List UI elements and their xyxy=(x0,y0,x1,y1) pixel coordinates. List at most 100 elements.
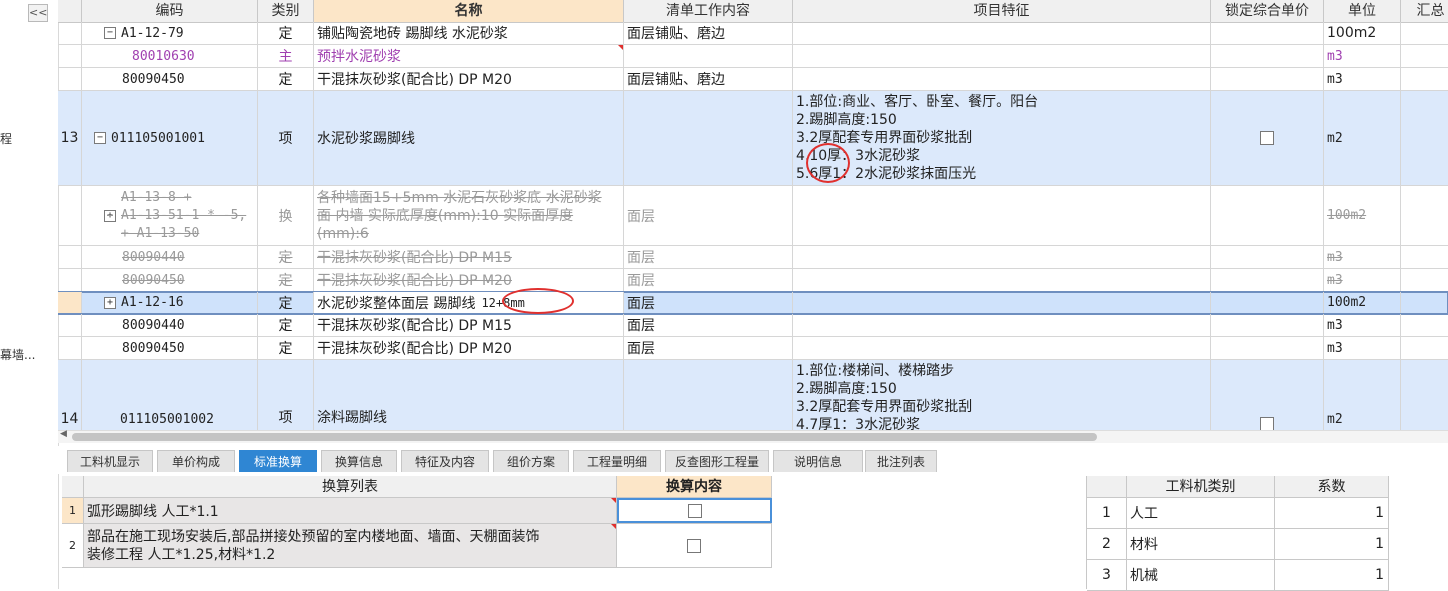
type-cell[interactable]: 主 xyxy=(258,45,314,67)
lock-price-checkbox[interactable] xyxy=(1260,417,1274,430)
scroll-left-icon[interactable]: ◀ xyxy=(60,429,67,439)
feature-cell[interactable] xyxy=(793,292,1211,313)
header-type[interactable]: 类别 xyxy=(258,0,314,22)
header-feature[interactable]: 项目特征 xyxy=(793,0,1211,22)
table-row[interactable]: − A1-12-79 定 铺贴陶瓷地砖 踢脚线 水泥砂浆 面层铺贴、磨边 100m… xyxy=(58,22,1448,45)
expand-node-icon[interactable]: + xyxy=(104,296,116,309)
table-row-selected[interactable]: + A1-12-16 定 水泥砂浆整体面层 踢脚线 12+8mm 面层 100m2 xyxy=(58,288,1448,315)
type-cell[interactable]: 定 xyxy=(258,22,314,44)
unit-cell[interactable]: 100m2 xyxy=(1324,22,1401,44)
name-cell-editing[interactable]: 水泥砂浆整体面层 踢脚线 12+8mm xyxy=(314,292,624,313)
work-cell[interactable]: 面层铺贴、磨边 xyxy=(624,68,793,90)
type-cell[interactable]: 项 xyxy=(258,360,314,430)
collapse-panel-button[interactable]: << xyxy=(28,4,48,22)
work-cell[interactable]: 面层 xyxy=(624,269,793,291)
unit-cell[interactable]: 100m2 xyxy=(1324,186,1401,245)
code-cell[interactable]: 80090450 xyxy=(82,68,258,90)
left-panel-item-curtain-wall[interactable]: 幕墙... xyxy=(0,346,35,363)
lock-cell[interactable] xyxy=(1211,360,1324,430)
name-cell[interactable]: 干混抹灰砂浆(配合比) DP M15 xyxy=(314,246,624,268)
header-summary[interactable]: 汇总 xyxy=(1401,0,1448,22)
feature-cell[interactable] xyxy=(793,68,1211,90)
table-row[interactable]: 80010630 主 预拌水泥砂浆 m3 xyxy=(58,45,1448,68)
type-cell[interactable]: 定 xyxy=(258,314,314,336)
header-unit[interactable]: 单位 xyxy=(1324,0,1401,22)
conv-row-content[interactable] xyxy=(617,524,772,567)
feature-cell[interactable] xyxy=(793,269,1211,291)
name-cell[interactable]: 干混抹灰砂浆(配合比) DP M20 xyxy=(314,337,624,359)
work-cell[interactable]: 面层 xyxy=(624,314,793,336)
code-cell[interactable]: 80090450 xyxy=(82,269,258,291)
expand-node-icon[interactable]: + xyxy=(104,209,116,222)
type-cell[interactable]: 定 xyxy=(258,246,314,268)
name-cell[interactable]: 干混抹灰砂浆(配合比) DP M20 xyxy=(314,269,624,291)
coef-row-value[interactable]: 1 xyxy=(1275,529,1389,559)
feature-cell[interactable]: 1.部位:楼梯间、楼梯踏步 2.踢脚高度:150 3.2厚配套专用界面砂浆批刮 … xyxy=(793,360,1211,430)
coef-row[interactable]: 2 材料 1 xyxy=(1087,529,1389,560)
work-cell[interactable]: 面层 xyxy=(624,292,793,313)
name-cell[interactable]: 干混抹灰砂浆(配合比) DP M20 xyxy=(314,68,624,90)
name-cell[interactable]: 干混抹灰砂浆(配合比) DP M15 xyxy=(314,314,624,336)
work-cell[interactable] xyxy=(624,360,793,430)
coef-row[interactable]: 3 机械 1 xyxy=(1087,560,1389,591)
table-row[interactable]: 13 −011105001001 项 水泥砂浆踢脚线 1.部位:商业、客厅、卧室… xyxy=(58,91,1448,186)
tab-conversion-info[interactable]: 换算信息 xyxy=(321,450,397,472)
tab-pricing-scheme[interactable]: 组价方案 xyxy=(493,450,569,472)
name-cell[interactable]: 各种墙面15+5mm 水泥石灰砂浆底 水泥砂浆 面 内墙 实际底厚度(mm):1… xyxy=(314,186,624,245)
conversion-checkbox[interactable] xyxy=(687,503,702,518)
code-cell[interactable]: 80010630 xyxy=(82,45,258,67)
lock-cell[interactable] xyxy=(1211,91,1324,185)
code-cell[interactable]: − A1-12-79 xyxy=(82,22,258,44)
feature-cell[interactable] xyxy=(793,22,1211,44)
conv-row-content[interactable] xyxy=(617,498,772,523)
type-cell[interactable]: 换 xyxy=(258,186,314,245)
feature-cell[interactable] xyxy=(793,314,1211,336)
type-cell[interactable]: 项 xyxy=(258,91,314,185)
tab-unit-price[interactable]: 单价构成 xyxy=(157,450,235,472)
coef-row-value[interactable]: 1 xyxy=(1275,498,1389,528)
header-lock-price[interactable]: 锁定综合单价 xyxy=(1211,0,1324,22)
unit-cell[interactable]: m3 xyxy=(1324,337,1401,359)
work-cell[interactable]: 面层 xyxy=(624,246,793,268)
type-cell[interactable]: 定 xyxy=(258,68,314,90)
unit-cell[interactable]: m2 xyxy=(1324,91,1401,185)
tab-standard-conversion[interactable]: 标准换算 xyxy=(239,450,317,472)
work-cell[interactable]: 面层铺贴、磨边 xyxy=(624,22,793,44)
scrollbar-thumb[interactable] xyxy=(72,433,1097,441)
code-cell[interactable]: −011105001001 xyxy=(82,91,258,185)
feature-cell[interactable]: 1.部位:商业、客厅、卧室、餐厅。阳台 2.踢脚高度:150 3.2厚配套专用界… xyxy=(793,91,1211,185)
name-cell[interactable]: 水泥砂浆踢脚线 xyxy=(314,91,624,185)
unit-cell[interactable]: m2 xyxy=(1324,360,1401,430)
work-cell[interactable] xyxy=(624,45,793,67)
coef-row-value[interactable]: 1 xyxy=(1275,560,1389,590)
left-panel-item-project[interactable]: 程 xyxy=(0,130,12,147)
tab-comments[interactable]: 批注列表 xyxy=(865,450,937,472)
code-cell[interactable]: + A1-13-8 + A1-13-51-1 * -5, + A1-13-50 xyxy=(82,186,258,245)
feature-cell[interactable] xyxy=(793,186,1211,245)
unit-cell[interactable]: m3 xyxy=(1324,314,1401,336)
table-row[interactable]: + A1-13-8 + A1-13-51-1 * -5, + A1-13-50 … xyxy=(58,186,1448,246)
conversion-row[interactable]: 1 弧形踢脚线 人工*1.1 xyxy=(62,498,772,524)
conversion-checkbox[interactable] xyxy=(687,538,701,553)
name-cell[interactable]: 铺贴陶瓷地砖 踢脚线 水泥砂浆 xyxy=(314,22,624,44)
tab-graphic-quantity[interactable]: 反查图形工程量 xyxy=(665,450,769,472)
unit-cell[interactable]: m3 xyxy=(1324,68,1401,90)
feature-cell[interactable] xyxy=(793,246,1211,268)
type-cell[interactable]: 定 xyxy=(258,269,314,291)
lock-price-checkbox[interactable] xyxy=(1260,131,1274,145)
code-cell[interactable]: 80090450 xyxy=(82,337,258,359)
code-cell[interactable]: 011105001002 xyxy=(82,360,258,430)
coef-row[interactable]: 1 人工 1 xyxy=(1087,498,1389,529)
horizontal-scrollbar[interactable]: ◀ xyxy=(58,429,1448,443)
code-cell[interactable]: 80090440 xyxy=(82,246,258,268)
work-cell[interactable]: 面层 xyxy=(624,337,793,359)
unit-cell[interactable]: 100m2 xyxy=(1324,292,1401,313)
work-cell[interactable]: 面层 xyxy=(624,186,793,245)
table-row[interactable]: 80090450 定 干混抹灰砂浆(配合比) DP M20 面层 m3 xyxy=(58,269,1448,292)
conversion-row[interactable]: 2 部品在施工现场安装后,部品拼接处预留的室内楼地面、墙面、天棚面装饰 装修工程… xyxy=(62,524,772,568)
feature-cell[interactable] xyxy=(793,45,1211,67)
header-code[interactable]: 编码 xyxy=(82,0,258,22)
collapse-node-icon[interactable]: − xyxy=(104,27,116,39)
collapse-node-icon[interactable]: − xyxy=(94,132,106,144)
type-cell[interactable]: 定 xyxy=(258,337,314,359)
